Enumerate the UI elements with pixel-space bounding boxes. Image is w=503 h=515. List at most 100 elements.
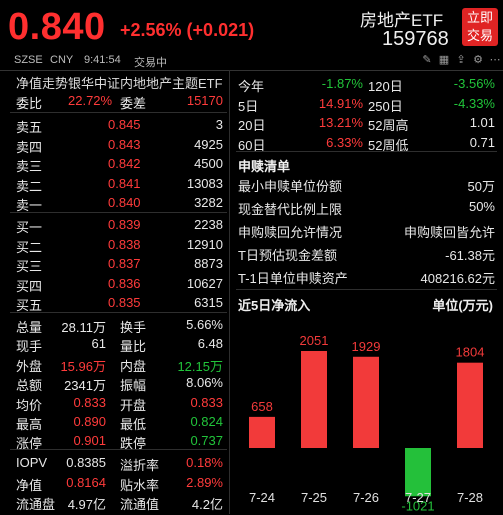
flow-date-label: 7-25 [301, 490, 327, 505]
bid-label: 买一 [16, 220, 43, 235]
ask-price: 0.843 [108, 136, 141, 152]
time-label: 9:41:54 [84, 54, 121, 66]
stat-row: 流通盘 4.97亿 流通值 4.2亿 [0, 492, 229, 512]
bid-price: 0.836 [108, 275, 141, 291]
stat-label: 流通值 [120, 497, 160, 512]
subscription-label: T-1日单位申赎资产 [238, 271, 348, 286]
net-inflow-chart: 6587-2420517-2519297-26-10217-2718047-28 [249, 333, 485, 511]
bid-label: 买二 [16, 239, 43, 255]
subscription-label: 申购赎回允许情况 [238, 225, 343, 240]
ask-price: 0.841 [108, 175, 141, 191]
more-icon[interactable]: ⋯ [489, 54, 501, 66]
stat-row: 现手 61 量比 6.48 [0, 334, 229, 355]
ask-row: 卖一 0.840 3282 [0, 193, 229, 213]
exchange-label: SZSE [14, 54, 43, 66]
stat-value: 0.737 [190, 433, 223, 449]
perf-value: 6.33% [326, 134, 363, 150]
bid-price: 0.839 [108, 217, 141, 232]
flow-date-label: 7-27 [405, 490, 431, 505]
stat-value: 0.8385 [66, 455, 106, 470]
stat-label: 最低 [120, 417, 147, 432]
grid-icon[interactable]: ▦ [438, 54, 450, 66]
stat-row: 总额 2341万 振幅 8.06% [0, 373, 229, 394]
stat-label: 贴水率 [120, 477, 160, 493]
stat-row: 均价 0.833 开盘 0.833 [0, 393, 229, 413]
ask-row: 卖四 0.843 4925 [0, 135, 229, 155]
ask-volume: 4925 [194, 136, 223, 152]
stat-value: 0.833 [73, 394, 106, 410]
stat-value: 15.96万 [60, 358, 106, 374]
perf-label: 20日 [238, 118, 266, 133]
perf-value: 13.21% [318, 115, 363, 130]
flow-date-label: 7-26 [353, 490, 379, 505]
perf-label: 120日 [368, 79, 403, 94]
security-code: 159768 [382, 28, 449, 50]
stat-row: 外盘 15.96万 内盘 12.15万 [0, 354, 229, 374]
stat-value: 5.66% [186, 317, 223, 332]
subscription-row: 申购赎回允许情况 申购赎回皆允许 [230, 220, 503, 240]
stat-value: 0.18% [186, 455, 223, 470]
stat-value: 2341万 [64, 378, 106, 394]
stat-label: 最高 [16, 417, 43, 432]
flow-date-label: 7-28 [457, 490, 483, 505]
price-change: +2.56% (+0.021) [120, 20, 255, 40]
trade-now-button[interactable]: 立即 交易 [462, 8, 498, 46]
flow-value-label: 1804 [456, 345, 485, 360]
subscription-row: T日预估现金差额 -61.38元 [230, 243, 503, 263]
perf-label: 5日 [238, 98, 259, 114]
bid-price: 0.838 [108, 236, 141, 252]
ask-row: 卖五 0.845 3 [0, 115, 229, 135]
stat-value: 2.89% [186, 474, 223, 490]
settings-icon[interactable]: ⚙ [472, 54, 484, 66]
bid-volume: 6315 [194, 295, 223, 310]
stat-label: 换手 [120, 320, 147, 335]
flow-bar [249, 416, 275, 448]
stat-value: 61 [91, 336, 106, 352]
nav-title-row[interactable]: 净值走势银华中证内地地产主题ETF [0, 71, 229, 91]
weibi-value: 22.72% [68, 93, 113, 108]
stat-label: 均价 [16, 397, 43, 413]
bid-volume: 8873 [194, 256, 223, 271]
subscription-row: T-1日单位申赎资产 408216.62元 [230, 266, 503, 286]
nav-title: 净值走势银华中证内地地产主题ETF [16, 76, 223, 91]
stat-label: 流通盘 [16, 497, 56, 512]
ask-price: 0.840 [108, 195, 141, 210]
performance-row: 5日 14.91% 250日 -4.33% [230, 94, 503, 114]
edit-icon[interactable]: ✎ [421, 54, 433, 66]
bid-row: 买三 0.837 8873 [0, 254, 229, 274]
stat-label: 外盘 [16, 358, 43, 374]
bid-volume: 12910 [186, 236, 223, 252]
perf-value: -1.87% [321, 76, 363, 91]
stat-label: 振幅 [120, 378, 147, 394]
bid-row: 买二 0.838 12910 [0, 235, 229, 255]
info-panel: 今年 -1.87% 120日 -3.56% 5日 14.91% 250日 -4.33% 20日 1… [230, 70, 503, 515]
bid-volume: 10627 [186, 275, 223, 291]
performance-row: 60日 6.33% 52周低 0.71 [230, 133, 503, 153]
ask-label: 卖三 [16, 159, 43, 174]
subscription-value: 50% [468, 199, 495, 214]
flow-date-label: 7-24 [249, 490, 275, 505]
ask-price: 0.842 [108, 156, 141, 171]
stat-label: 总量 [16, 320, 43, 335]
last-price: 0.840 [8, 6, 106, 48]
stat-label: 现手 [16, 339, 43, 355]
stat-label: 净值 [16, 477, 43, 493]
stat-label: 内盘 [120, 358, 147, 374]
flow-value-label: 658 [251, 399, 273, 414]
weibi-label: 委比 [16, 96, 43, 111]
ask-volume: 3282 [194, 195, 223, 210]
share-icon[interactable]: ⇪ [455, 54, 467, 66]
perf-value: 0.71 [469, 134, 495, 150]
flow-bar [301, 351, 327, 448]
stat-label: 溢折率 [120, 458, 160, 473]
stat-row: IOPV 0.8385 溢折率 0.18% [0, 453, 229, 473]
stat-label: 量比 [120, 339, 147, 355]
currency-label: CNY [50, 54, 74, 66]
stat-value: 12.15万 [177, 358, 223, 374]
stat-label: 开盘 [120, 397, 147, 413]
ask-label: 卖四 [16, 139, 43, 155]
subscription-header[interactable]: 申赎清单 [230, 154, 503, 174]
stat-label: IOPV [16, 455, 48, 470]
flow-header: 近5日净流入 单位(万元) [230, 293, 503, 313]
subscription-row: 最小申赎单位份额 50万 [230, 174, 503, 194]
